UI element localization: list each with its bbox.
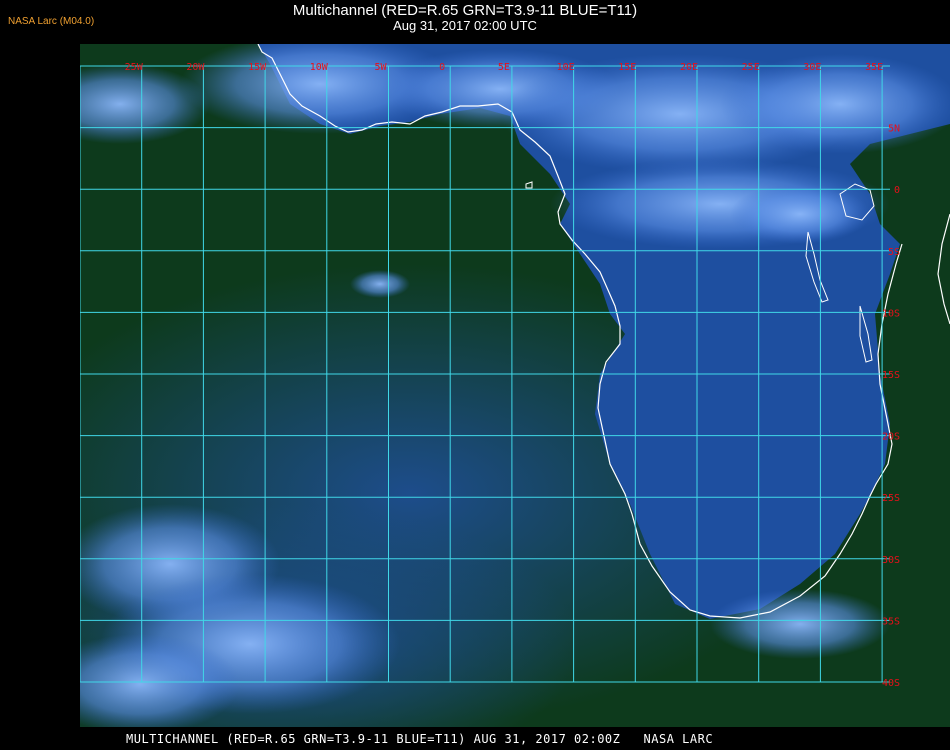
- lon-tick-label: 20E: [680, 62, 698, 73]
- lat-tick-label: 0: [894, 185, 900, 196]
- lon-tick-label: 15E: [618, 62, 636, 73]
- lat-tick-label: 40S: [882, 678, 900, 689]
- lon-tick-label: 25W: [125, 62, 144, 73]
- lat-tick-label: 25S: [882, 493, 900, 504]
- footer-bar: MULTICHANNEL (RED=R.65 GRN=T3.9-11 BLUE=…: [0, 728, 950, 750]
- lat-tick-label: 30S: [882, 555, 900, 566]
- lat-tick-label: 5S: [888, 247, 900, 258]
- lat-tick-label: 15S: [882, 370, 900, 381]
- lon-tick-label: 25E: [742, 62, 760, 73]
- lat-tick-label: 10S: [882, 308, 900, 319]
- lon-tick-label: 20W: [186, 62, 205, 73]
- map-timestamp: Aug 31, 2017 02:00 UTC: [393, 18, 537, 33]
- map-title: Multichannel (RED=R.65 GRN=T3.9-11 BLUE=…: [292, 2, 638, 19]
- lon-tick-label: 5W: [374, 62, 387, 73]
- lon-tick-label: 10E: [557, 62, 575, 73]
- footer-caption: MULTICHANNEL (RED=R.65 GRN=T3.9-11 BLUE=…: [126, 732, 714, 746]
- lat-tick-label: 20S: [882, 432, 900, 443]
- lon-tick-label: 30E: [803, 62, 821, 73]
- lon-tick-label: 0: [439, 62, 445, 73]
- cloud-patch: [730, 184, 870, 244]
- lon-tick-label: 5E: [498, 62, 510, 73]
- satellite-map: 25W 20W 15W 10W 5W 0 5E 10E 15E 20E 25E 30E 35E 5N 0 5…: [80, 44, 950, 727]
- lon-tick-label: 15W: [248, 62, 267, 73]
- lat-tick-label: 35S: [882, 616, 900, 627]
- lon-tick-label: 10W: [310, 62, 329, 73]
- cloud-patch: [710, 589, 890, 659]
- lat-tick-label: 5N: [888, 124, 900, 135]
- lon-tick-label: 35E: [865, 62, 883, 73]
- cloud-patch: [350, 270, 410, 298]
